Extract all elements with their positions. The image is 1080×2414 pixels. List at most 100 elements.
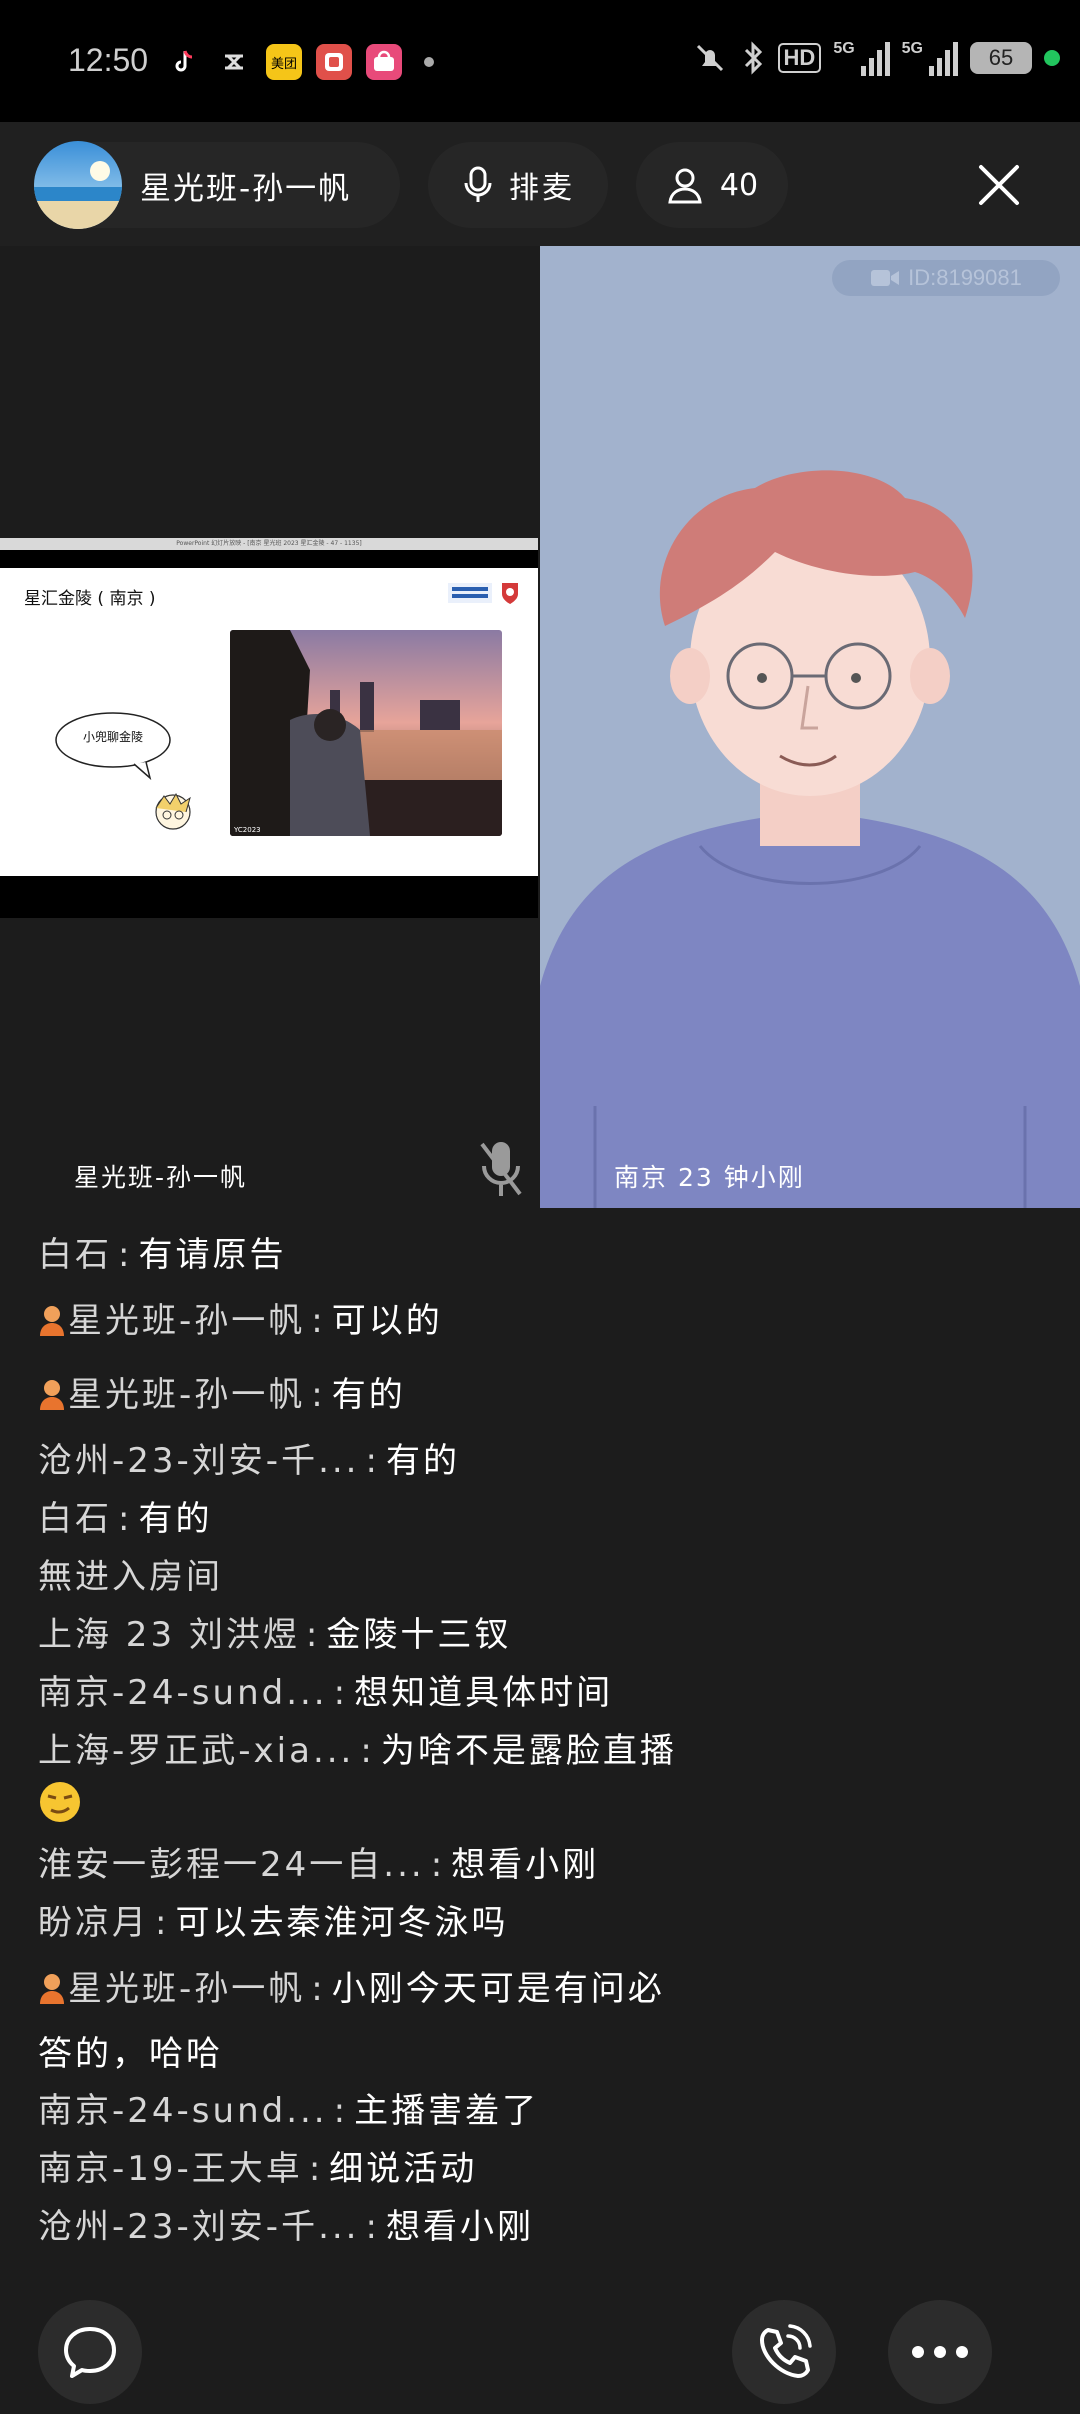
chat-message: 南京-24-sund...: 想知道具体时间 — [38, 1673, 614, 1713]
close-button[interactable] — [966, 152, 1032, 218]
presentation-slide: 星汇金陵 ( 南京 ) 小兜聊金陵 YC2023 — [0, 568, 538, 876]
chat-username[interactable]: 南京-24-sund... — [38, 1673, 328, 1713]
chat-text: 小刚今天可是有问必 — [331, 1969, 665, 2009]
chat-username[interactable]: 上海 23 刘洪煜 — [38, 1615, 300, 1655]
host-info-pill[interactable]: 星光班-孙一帆 — [34, 141, 400, 229]
queue-mic-label: 排麦 — [509, 171, 575, 206]
call-button[interactable] — [732, 2300, 836, 2404]
slide-title: 星汇金陵 ( 南京 ) — [24, 589, 156, 609]
microphone-icon — [464, 166, 492, 202]
chat-message: 星光班-孙一帆: 有的 — [38, 1358, 1038, 1432]
slide-window-titlebar: PowerPoint 幻灯片放映 - [南京 星光班 2023 星汇金陵 - 4… — [0, 538, 538, 550]
chat-text: 想看小刚 — [385, 2207, 534, 2247]
chat-text: 想看小刚 — [451, 1845, 600, 1885]
host-avatar[interactable] — [34, 141, 122, 229]
network-type-1: 5G — [833, 40, 855, 57]
chat-text: 有的 — [385, 1441, 460, 1481]
chat-message: 上海 23 刘洪煜: 金陵十三钗 — [38, 1615, 512, 1655]
chat-username[interactable]: 白石 — [38, 1499, 112, 1539]
host-name: 星光班-孙一帆 — [140, 170, 352, 207]
meituan-label: 美团 — [270, 55, 297, 71]
chat-bubble-icon — [64, 2327, 116, 2378]
chat-username[interactable]: 沧州-23-刘安-千... — [38, 2207, 360, 2247]
chat-message: 星光班-孙一帆: 小刚今天可是有问必 — [38, 1952, 1038, 2026]
bottom-action-bar — [0, 2280, 1080, 2414]
pinduoduo-icon — [316, 44, 352, 80]
chat-text: 金陵十三钗 — [326, 1615, 512, 1655]
chat-message: 淮安一彭程一24一自...: 想看小刚 — [38, 1845, 600, 1885]
slide-photo: YC2023 — [230, 630, 502, 836]
guest-avatar-illustration — [540, 470, 1080, 1208]
chat-system-message: 無进入房间 — [38, 1548, 1038, 1606]
video-stage: PowerPoint 幻灯片放映 - [南京 星光班 2023 星汇金陵 - 4… — [0, 246, 1080, 1208]
room-header: 星光班-孙一帆 排麦 40 — [0, 122, 1080, 246]
chat-username[interactable]: 南京-24-sund... — [38, 2091, 328, 2131]
slide-speech-bubble: 小兜聊金陵 — [54, 710, 172, 781]
tiktok-icon — [166, 44, 202, 80]
notification-icons: 美团 — [166, 44, 434, 80]
privacy-indicator — [1044, 50, 1060, 66]
phone-call-icon — [760, 2324, 812, 2378]
more-notifications-dot — [424, 57, 434, 67]
more-options-button[interactable] — [888, 2300, 992, 2404]
muted-mic-icon — [476, 1138, 526, 1204]
chat-username[interactable]: 淮安一彭程一24一自... — [38, 1845, 425, 1885]
cartoon-character-icon — [155, 792, 191, 830]
more-dots-icon — [912, 2346, 968, 2358]
shopping-icon — [366, 44, 402, 80]
chat-text: 可以去秦淮河冬泳吗 — [175, 1903, 509, 1943]
host-badge-icon — [40, 1380, 64, 1410]
slide-photo-caption: YC2023 — [234, 826, 261, 834]
chat-username[interactable]: 星光班-孙一帆 — [68, 1375, 305, 1415]
chat-username[interactable]: 南京-19-王大卓 — [38, 2149, 303, 2189]
app-x-icon — [216, 44, 252, 80]
chat-message: 星光班-孙一帆: 可以的 — [38, 1284, 1038, 1358]
hd-voice-badge: HD — [777, 43, 822, 73]
chat-username[interactable]: 沧州-23-刘安-千... — [38, 1441, 360, 1481]
system-indicators: HD 5G 5G 65 — [692, 40, 1060, 76]
chat-feed[interactable]: 白石: 有请原告 星光班-孙一帆: 可以的 星光班-孙一帆: 有的 沧州-23-刘安-… — [38, 1226, 1038, 2256]
queue-mic-button[interactable]: 排麦 — [428, 142, 608, 228]
chat-text: 有的 — [331, 1375, 406, 1415]
chat-username[interactable]: 白石 — [38, 1235, 112, 1275]
clock: 12:50 — [68, 42, 149, 78]
chat-username[interactable]: 星光班-孙一帆 — [68, 1969, 305, 2009]
host-badge-icon — [40, 1306, 64, 1336]
mute-bell-icon — [696, 44, 723, 72]
chat-text: 有请原告 — [138, 1235, 287, 1275]
chat-username[interactable]: 盼凉月 — [38, 1903, 149, 1943]
chat-system-text: 無进入房间 — [38, 1557, 223, 1597]
chat-text: 想知道具体时间 — [354, 1673, 614, 1713]
network-type-2: 5G — [901, 40, 923, 57]
chat-message: 南京-19-王大卓: 细说活动 — [38, 2149, 478, 2189]
chat-message: 沧州-23-刘安-千...: 想看小刚 — [38, 2207, 534, 2247]
chat-message: 沧州-23-刘安-千...: 有的 — [38, 1441, 460, 1481]
status-bar: 12:50 美团 HD 5G 5G 65 — [0, 0, 1080, 122]
chat-emoji-line — [38, 1780, 1038, 1836]
slide-logo-icon — [448, 583, 518, 604]
close-icon — [979, 165, 1019, 205]
guest-camera-view[interactable]: ID:8199081 南京 23 钟小刚 — [540, 246, 1080, 1208]
chat-message: 上海-罗正武-xia...: 为啥不是露脸直播 — [38, 1731, 677, 1771]
comment-button[interactable] — [38, 2300, 142, 2404]
chat-text: 细说活动 — [329, 2149, 478, 2189]
chat-message-continuation: 答的，哈哈 — [38, 2034, 223, 2074]
host-video-label: 星光班-孙一帆 — [74, 1163, 248, 1192]
chat-text: 可以的 — [331, 1301, 443, 1341]
screen-share-view[interactable]: PowerPoint 幻灯片放映 - [南京 星光班 2023 星汇金陵 - 4… — [0, 538, 538, 918]
person-icon — [668, 168, 702, 204]
host-badge-icon — [40, 1974, 64, 2004]
chat-text: 有的 — [138, 1499, 213, 1539]
viewer-count: 40 — [719, 167, 759, 203]
battery-level: 65 — [988, 45, 1014, 70]
smirk-emoji-icon — [40, 1782, 80, 1822]
chat-message: 南京-24-sund...: 主播害羞了 — [38, 2091, 540, 2131]
chat-message: 盼凉月: 可以去秦淮河冬泳吗 — [38, 1903, 509, 1943]
chat-username[interactable]: 上海-罗正武-xia... — [38, 1731, 354, 1771]
viewer-count-button[interactable]: 40 — [636, 142, 788, 228]
chat-text: 为啥不是露脸直播 — [380, 1731, 677, 1771]
chat-username[interactable]: 星光班-孙一帆 — [68, 1301, 305, 1341]
slide-bubble-text: 小兜聊金陵 — [82, 730, 143, 744]
bluetooth-icon — [744, 41, 762, 75]
signal-icon-1 — [860, 40, 890, 76]
